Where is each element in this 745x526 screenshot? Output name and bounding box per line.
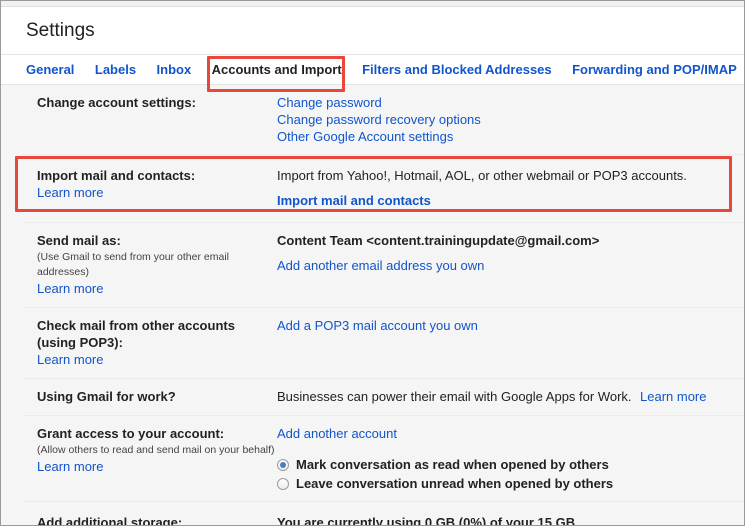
using-gmail-for-work-label: Using Gmail for work? <box>37 389 176 404</box>
send-mail-as-address: Content Team <content.trainingupdate@gma… <box>277 233 600 248</box>
settings-tabbar: General Labels Inbox Accounts and Import… <box>1 55 744 85</box>
import-description: Import from Yahoo!, Hotmail, AOL, or oth… <box>277 168 687 183</box>
section-import-mail-and-contacts: Import mail and contacts: Learn more Imp… <box>23 155 744 223</box>
import-learn-more-link[interactable]: Learn more <box>37 184 103 201</box>
import-mail-and-contacts-link[interactable]: Import mail and contacts <box>277 192 431 209</box>
section-value-cell: Content Team <content.trainingupdate@gma… <box>277 232 744 298</box>
gmail-for-work-learn-more-link[interactable]: Learn more <box>640 388 706 405</box>
section-grant-access-to-your-account: Grant access to your account: (Allow oth… <box>23 416 744 502</box>
section-value-cell: You are currently using 0 GB (0%) of you… <box>277 514 744 526</box>
change-account-settings-label: Change account settings: <box>37 95 196 110</box>
tab-filters-and-blocked-addresses[interactable]: Filters and Blocked Addresses <box>354 55 560 85</box>
add-another-account-link[interactable]: Add another account <box>277 425 397 442</box>
storage-usage-text: You are currently using 0 GB (0%) of you… <box>277 515 579 526</box>
add-pop3-mail-account-link[interactable]: Add a POP3 mail account you own <box>277 317 478 334</box>
settings-header: Settings <box>1 7 744 55</box>
tab-labels[interactable]: Labels <box>87 55 144 85</box>
radio-row-leave-unread[interactable]: Leave conversation unread when opened by… <box>277 475 732 492</box>
gmail-for-work-text: Businesses can power their email with Go… <box>277 389 632 404</box>
grant-access-learn-more-link[interactable]: Learn more <box>37 458 103 475</box>
section-value-cell: Businesses can power their email with Go… <box>277 388 744 406</box>
section-check-mail-from-other-accounts: Check mail from other accounts (using PO… <box>23 308 744 379</box>
change-password-link[interactable]: Change password <box>277 94 732 111</box>
send-mail-as-sublabel: (Use Gmail to send from your other email… <box>37 251 229 278</box>
section-label-cell: Change account settings: <box>23 94 277 145</box>
check-mail-label-line1: Check mail from other accounts <box>37 318 235 333</box>
section-value-cell: Change password Change password recovery… <box>277 94 744 145</box>
section-label-cell: Add additional storage: <box>23 514 277 526</box>
section-label-cell: Import mail and contacts: Learn more <box>23 167 277 210</box>
add-additional-storage-label: Add additional storage: <box>37 515 183 526</box>
change-password-recovery-options-link[interactable]: Change password recovery options <box>277 111 732 128</box>
section-add-additional-storage: Add additional storage: You are currentl… <box>23 502 744 526</box>
check-mail-label-line2: (using POP3): <box>37 335 123 350</box>
send-mail-as-learn-more-link[interactable]: Learn more <box>37 280 103 297</box>
section-label-cell: Grant access to your account: (Allow oth… <box>23 425 277 492</box>
tab-general[interactable]: General <box>26 55 82 85</box>
settings-body: Change account settings: Change password… <box>1 85 744 526</box>
page-title: Settings <box>26 20 95 41</box>
import-mail-and-contacts-label: Import mail and contacts: <box>37 168 196 183</box>
tab-forwarding-and-pop-imap[interactable]: Forwarding and POP/IMAP <box>564 55 744 85</box>
radio-row-mark-as-read[interactable]: Mark conversation as read when opened by… <box>277 456 732 473</box>
section-value-cell: Add another account Mark conversation as… <box>277 425 744 492</box>
grant-access-label: Grant access to your account: <box>37 426 225 441</box>
section-change-account-settings: Change account settings: Change password… <box>23 85 744 155</box>
tab-inbox[interactable]: Inbox <box>149 55 200 85</box>
radio-mark-as-read-icon[interactable] <box>277 458 289 471</box>
settings-window: Settings General Labels Inbox Accounts a… <box>0 0 745 526</box>
section-value-cell: Import from Yahoo!, Hotmail, AOL, or oth… <box>277 167 744 210</box>
check-mail-learn-more-link[interactable]: Learn more <box>37 351 103 368</box>
radio-leave-unread-icon[interactable] <box>277 477 289 490</box>
add-another-email-address-link[interactable]: Add another email address you own <box>277 257 484 274</box>
other-google-account-settings-link[interactable]: Other Google Account settings <box>277 128 732 145</box>
section-label-cell: Send mail as: (Use Gmail to send from yo… <box>23 232 277 298</box>
section-send-mail-as: Send mail as: (Use Gmail to send from yo… <box>23 223 744 308</box>
grant-access-sublabel: (Allow others to read and send mail on y… <box>37 444 275 456</box>
section-value-cell: Add a POP3 mail account you own <box>277 317 744 369</box>
section-label-cell: Using Gmail for work? <box>23 388 277 406</box>
tab-accounts-and-import[interactable]: Accounts and Import <box>204 55 350 85</box>
send-mail-as-label: Send mail as: <box>37 233 121 248</box>
radio-mark-as-read-label: Mark conversation as read when opened by… <box>296 457 609 472</box>
section-label-cell: Check mail from other accounts (using PO… <box>23 317 277 369</box>
section-using-gmail-for-work: Using Gmail for work? Businesses can pow… <box>23 379 744 416</box>
radio-leave-unread-label: Leave conversation unread when opened by… <box>296 476 614 491</box>
